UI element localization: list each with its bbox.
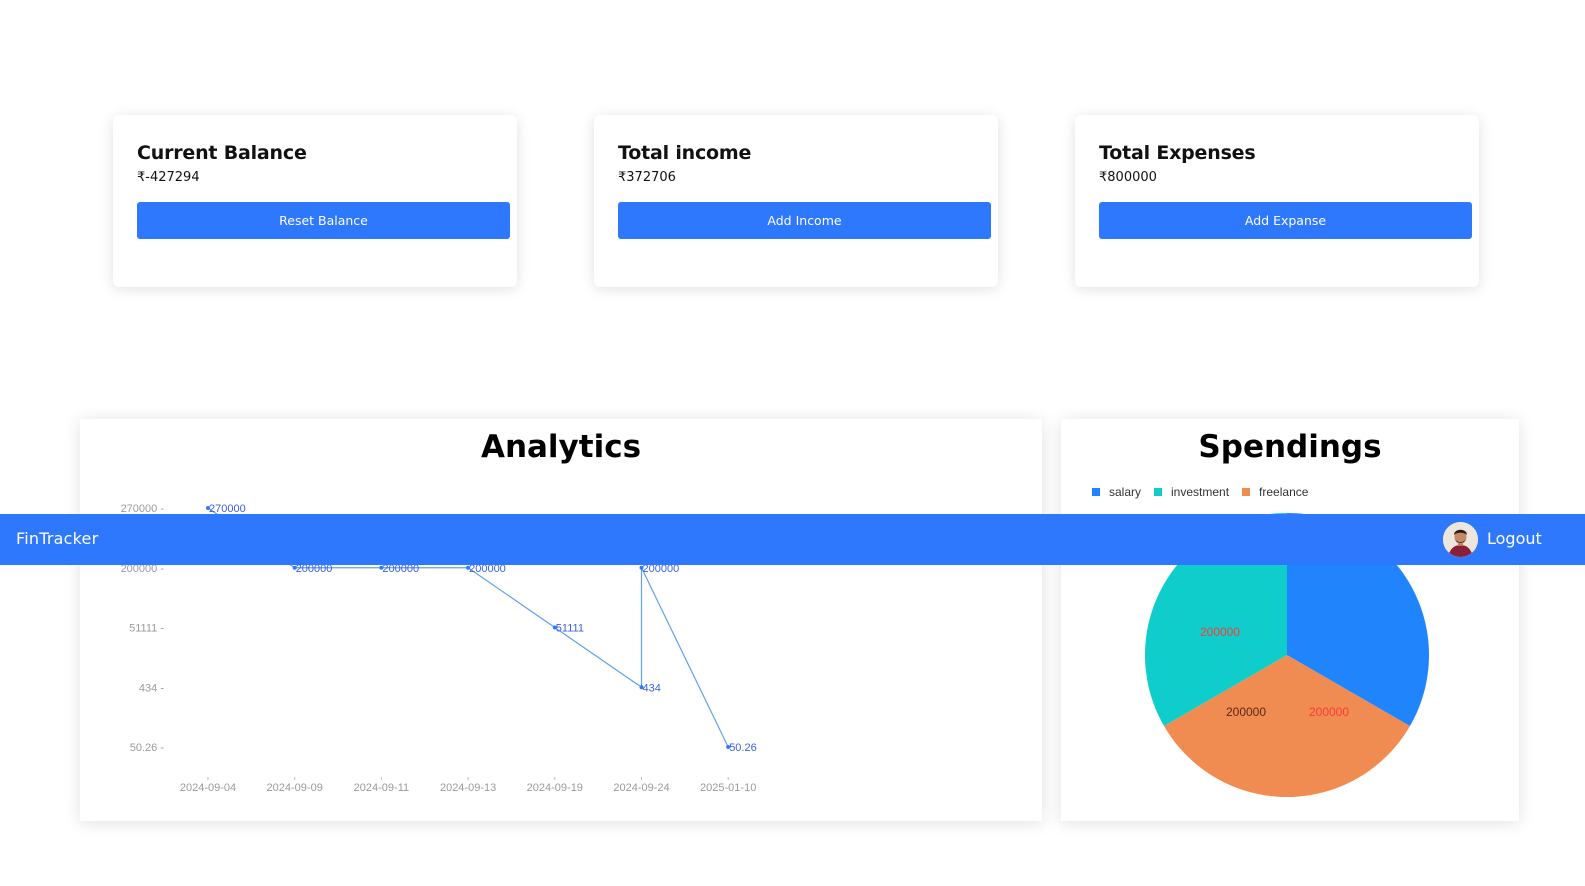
analytics-panel: Analytics 270000 -200000 -51111 -434 -50…: [80, 419, 1042, 821]
data-label: 51111: [556, 623, 584, 635]
pie-slice-label: 200000: [1200, 625, 1240, 639]
user-avatar[interactable]: [1443, 522, 1478, 557]
brand-logo[interactable]: FinTracker: [16, 529, 98, 548]
pie-slice-label: 200000: [1309, 705, 1349, 719]
logout-link[interactable]: Logout: [1487, 529, 1542, 548]
total-income-card: Total income ₹372706 Add Income: [594, 115, 998, 287]
card-value: ₹372706: [618, 170, 676, 185]
x-tick-label: 2024-09-13: [440, 782, 496, 794]
data-label: 434: [643, 682, 661, 694]
spendings-pie-chart: 200000 200000 200000: [1145, 513, 1429, 797]
data-label: 50.26: [729, 742, 757, 754]
navbar: FinTracker Logout: [0, 514, 1585, 565]
card-title: Current Balance: [137, 142, 307, 164]
x-tick-label: 2024-09-04: [180, 782, 236, 794]
x-tick-label: 2025-01-10: [700, 782, 756, 794]
card-value: ₹800000: [1099, 170, 1157, 185]
card-value: ₹-427294: [137, 170, 200, 185]
card-title: Total income: [618, 142, 752, 164]
y-tick-label: 50.26 -: [130, 742, 165, 754]
total-expenses-card: Total Expenses ₹800000 Add Expanse: [1075, 115, 1479, 287]
add-income-button[interactable]: Add Income: [618, 202, 991, 239]
pie-slice-label: 200000: [1226, 705, 1266, 719]
card-title: Total Expenses: [1099, 142, 1256, 164]
x-tick-label: 2024-09-19: [527, 782, 583, 794]
reset-balance-button[interactable]: Reset Balance: [137, 202, 510, 239]
dashboard-page: Current Balance ₹-427294 Reset Balance T…: [0, 0, 1585, 886]
user-avatar-icon: [1443, 522, 1478, 557]
y-tick-label: 434 -: [139, 682, 164, 694]
x-tick-label: 2024-09-24: [613, 782, 669, 794]
spendings-panel: Spendings salary investment freelance 20…: [1061, 419, 1519, 821]
x-tick-label: 2024-09-11: [354, 782, 409, 794]
add-expense-button[interactable]: Add Expanse: [1099, 202, 1472, 239]
y-tick-label: 51111 -: [129, 623, 164, 635]
analytics-line-chart: 270000 -200000 -51111 -434 -50.26 -2024-…: [121, 503, 757, 794]
x-tick-label: 2024-09-09: [267, 782, 323, 794]
current-balance-card: Current Balance ₹-427294 Reset Balance: [113, 115, 517, 287]
